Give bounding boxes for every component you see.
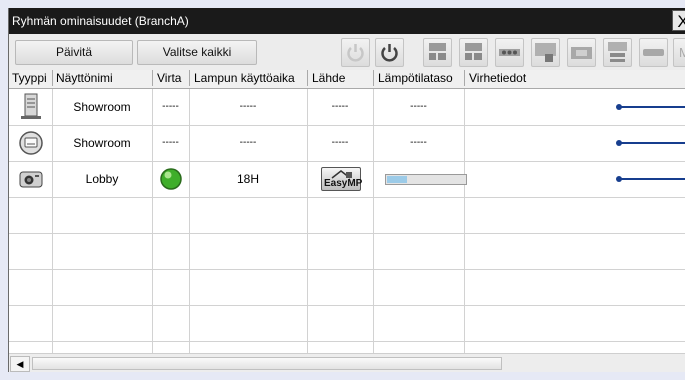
- power-on-button[interactable]: [341, 38, 370, 67]
- lamp-hours-cell: 18H: [236, 172, 259, 186]
- error-cell: [464, 125, 614, 161]
- callout-line: [621, 142, 685, 144]
- table-row[interactable]: Showroom ----- ----- ----- -----: [9, 125, 685, 162]
- empty-row: [9, 269, 685, 306]
- temperature-cell: [373, 161, 467, 197]
- col-type[interactable]: Tyyppi: [12, 70, 47, 87]
- col-separator[interactable]: [52, 70, 53, 86]
- tower-icon: [20, 93, 41, 119]
- col-separator[interactable]: [189, 70, 190, 86]
- scroll-thumb[interactable]: [32, 357, 502, 370]
- temperature-bar-fill: [387, 176, 407, 183]
- scroll-left-arrow-icon[interactable]: ◀: [10, 356, 30, 372]
- computer2-source-icon: [465, 43, 482, 60]
- col-separator[interactable]: [307, 70, 308, 86]
- type-cell: [9, 125, 52, 161]
- computer1-source-icon: [429, 43, 446, 60]
- title-bar: Ryhmän ominaisuudet (BranchA) X: [9, 8, 685, 34]
- type-cell: [9, 161, 52, 197]
- table-row[interactable]: Showroom ----- ----- ----- -----: [9, 89, 685, 126]
- toolbar: Päivitä Valitse kaikki M: [9, 34, 685, 71]
- name-cell: Showroom: [73, 100, 131, 114]
- audio-video-mute-icon: [571, 47, 592, 59]
- projector-list: Showroom ----- ----- ----- ----- Showroo…: [9, 89, 685, 353]
- col-separator[interactable]: [152, 70, 153, 86]
- svideo-source-button[interactable]: [531, 38, 560, 67]
- lan-source-icon: [608, 42, 627, 62]
- col-source[interactable]: Lähde: [312, 70, 345, 87]
- power-off-button[interactable]: [375, 38, 404, 67]
- error-cell: [464, 161, 614, 197]
- temperature-cell: -----: [410, 137, 427, 148]
- video-source-button[interactable]: [495, 38, 524, 67]
- empty-row: [9, 305, 685, 342]
- source-cell: -----: [331, 137, 349, 148]
- table-row[interactable]: Lobby 18H EasyMP: [9, 161, 685, 198]
- temperature-bar: [385, 174, 467, 185]
- error-cell: [464, 89, 614, 125]
- projector-camera-icon: [19, 171, 42, 188]
- select-all-button[interactable]: Valitse kaikki: [137, 40, 257, 65]
- computer1-source-button[interactable]: [423, 38, 452, 67]
- power-cell: -----: [162, 137, 179, 148]
- video-source-icon: [499, 49, 520, 56]
- refresh-button[interactable]: Päivitä: [15, 40, 133, 65]
- power-on-icon: [347, 44, 364, 62]
- callout-line: [621, 106, 685, 108]
- svideo-source-icon: [535, 43, 556, 62]
- col-power[interactable]: Virta: [157, 70, 181, 87]
- hdmi-source-button[interactable]: [639, 38, 668, 67]
- col-error-info[interactable]: Virhetiedot: [469, 70, 526, 87]
- col-lamp-hours[interactable]: Lampun käyttöaika: [194, 70, 295, 87]
- empty-row: [9, 197, 685, 234]
- table-header: Tyyppi Näyttönimi Virta Lampun käyttöaik…: [9, 70, 685, 89]
- close-button[interactable]: X: [672, 10, 685, 31]
- empty-row: [9, 233, 685, 270]
- lan-source-button[interactable]: [603, 38, 632, 67]
- group-properties-window: Ryhmän ominaisuudet (BranchA) X Päivitä …: [8, 8, 685, 372]
- col-separator[interactable]: [373, 70, 374, 86]
- window-title: Ryhmän ominaisuudet (BranchA): [12, 14, 189, 28]
- power-status-green-icon: [159, 168, 182, 190]
- power-cell: [152, 161, 189, 197]
- type-cell: [9, 89, 52, 125]
- name-cell: Lobby: [85, 172, 119, 186]
- audio-video-mute-button[interactable]: [567, 38, 596, 67]
- easymp-label: EasyMP: [324, 178, 363, 189]
- computer2-source-button[interactable]: [459, 38, 488, 67]
- lamp-hours-cell: -----: [239, 101, 257, 112]
- m-source-button[interactable]: M: [673, 38, 685, 67]
- projector-front-icon: [18, 131, 43, 155]
- easymp-source-icon: EasyMP: [321, 167, 363, 191]
- temperature-cell: -----: [410, 101, 427, 112]
- power-cell: -----: [162, 101, 179, 112]
- lamp-hours-cell: -----: [239, 137, 257, 148]
- horizontal-scrollbar[interactable]: ◀: [9, 353, 685, 372]
- callout-line: [621, 178, 685, 180]
- source-cell: -----: [331, 101, 349, 112]
- source-cell: EasyMP: [307, 161, 373, 197]
- col-temperature[interactable]: Lämpötilataso: [378, 70, 453, 87]
- name-cell: Showroom: [73, 136, 131, 150]
- hdmi-source-icon: [643, 49, 664, 56]
- col-separator[interactable]: [464, 70, 465, 86]
- power-off-icon: [381, 44, 398, 62]
- col-name[interactable]: Näyttönimi: [56, 70, 113, 87]
